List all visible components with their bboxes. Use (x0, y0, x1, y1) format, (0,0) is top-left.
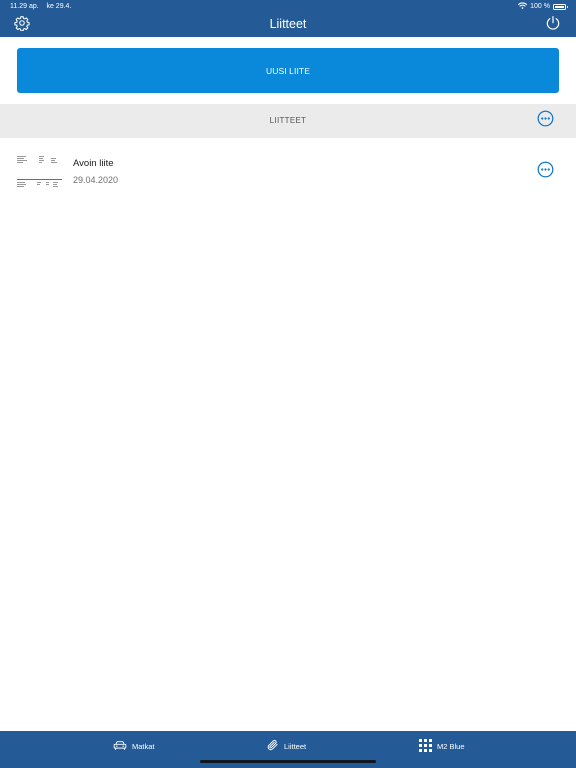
battery-icon (553, 3, 568, 10)
battery-percent: 100 % (530, 3, 550, 10)
document-thumbnail (17, 153, 63, 189)
app-window: 11.29 ap. ke 29.4. 100 % Liitteet UUSI L… (0, 0, 576, 768)
section-more-button[interactable] (537, 110, 554, 132)
tab-label: M2 Blue (437, 741, 465, 751)
attachment-more-button[interactable] (537, 161, 554, 183)
tab-m2-blue[interactable]: M2 Blue (419, 738, 465, 754)
paperclip-icon (266, 738, 279, 754)
attachment-list-item[interactable]: Avoin liite 29.04.2020 (0, 138, 576, 204)
status-date: ke 29.4. (46, 3, 72, 10)
tab-liitteet[interactable]: Liitteet (266, 738, 306, 754)
status-indicators: 100 % (518, 2, 568, 11)
grid-icon (419, 738, 432, 754)
status-time: 11.29 ap. (10, 3, 39, 10)
attachment-title: Avoin liite (73, 158, 114, 169)
tab-label: Liitteet (284, 741, 307, 751)
tab-label: Matkat (132, 741, 155, 751)
ellipsis-circle-icon (537, 161, 554, 183)
new-attachment-button[interactable]: UUSI LIITE (17, 48, 559, 93)
car-icon (113, 740, 127, 753)
nav-bar: Liitteet (0, 13, 576, 37)
status-bar: 11.29 ap. ke 29.4. 100 % (0, 0, 576, 13)
tab-matkat[interactable]: Matkat (113, 738, 155, 754)
home-indicator (200, 760, 376, 763)
ellipsis-circle-icon (537, 110, 554, 132)
attachment-date: 29.04.2020 (73, 175, 119, 185)
logout-button[interactable] (544, 15, 562, 36)
wifi-icon (518, 2, 528, 11)
power-icon (545, 15, 561, 36)
section-header: LIITTEET (0, 104, 576, 138)
status-time-date: 11.29 ap. ke 29.4. (10, 3, 71, 10)
section-title: LIITTEET (269, 116, 307, 125)
page-title: Liitteet (269, 17, 307, 31)
